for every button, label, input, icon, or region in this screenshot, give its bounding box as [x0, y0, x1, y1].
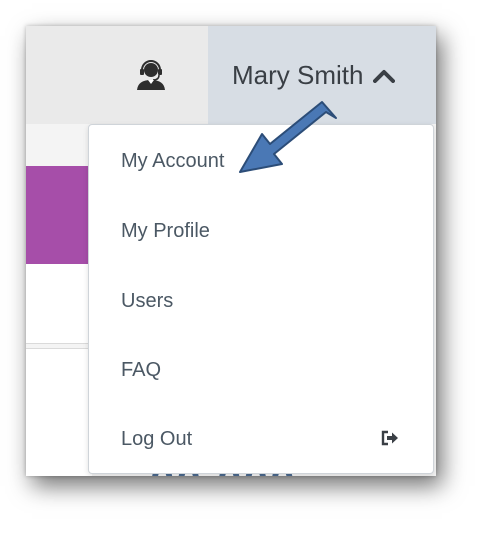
menu-item-label: Users [121, 289, 174, 312]
user-dropdown-menu: My Account My Profile Users FAQ Log Out [88, 124, 434, 474]
menu-item-label: FAQ [121, 358, 162, 381]
background-panel [26, 264, 92, 344]
app-window: Mary Smith 00 000 My Account My Profile … [26, 26, 436, 476]
support-button[interactable] [130, 56, 172, 94]
menu-item-label: Log Out [121, 427, 193, 450]
headset-support-icon [137, 60, 165, 90]
background-banner [26, 166, 92, 264]
menu-item-label: My Account [121, 149, 225, 172]
user-name: Mary Smith [232, 59, 364, 90]
sign-out-icon [381, 429, 399, 452]
menu-item-log-out[interactable]: Log Out [89, 411, 433, 467]
chevron-up-icon [373, 69, 396, 83]
menu-item-my-profile[interactable]: My Profile [89, 203, 433, 259]
menu-item-my-account[interactable]: My Account [89, 133, 433, 189]
menu-item-label: My Profile [121, 219, 210, 242]
menu-item-faq[interactable]: FAQ [89, 342, 433, 398]
top-navbar: Mary Smith [26, 26, 436, 124]
background-panel-lower [26, 348, 92, 476]
menu-item-users[interactable]: Users [89, 273, 433, 329]
user-menu-toggle[interactable]: Mary Smith [208, 26, 436, 124]
